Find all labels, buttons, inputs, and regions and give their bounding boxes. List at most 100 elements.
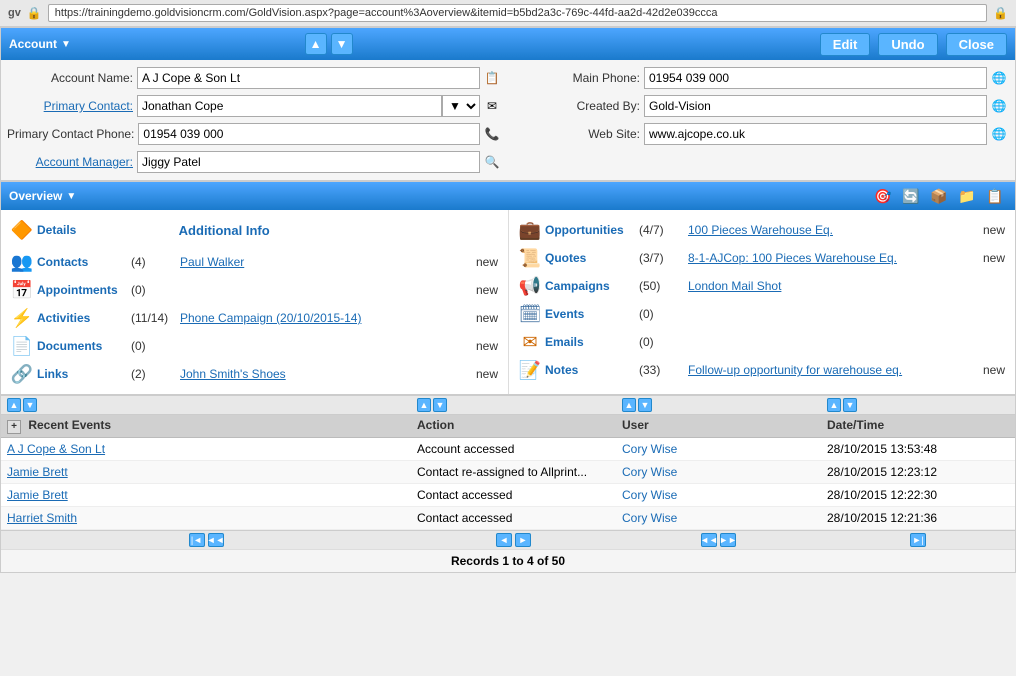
sort-user-desc[interactable]: ▼ bbox=[638, 398, 652, 412]
account-name-label: Account Name: bbox=[7, 71, 137, 85]
overview-title-text: Overview bbox=[9, 189, 62, 203]
th-action: Action bbox=[411, 418, 616, 434]
edit-button[interactable]: Edit bbox=[820, 33, 871, 56]
table-row: Harriet Smith Contact accessed Cory Wise… bbox=[1, 507, 1015, 530]
primary-contact-input[interactable] bbox=[137, 95, 442, 117]
overview-dropdown-icon[interactable]: ▼ bbox=[66, 191, 76, 202]
appointments-label[interactable]: Appointments bbox=[37, 283, 127, 297]
account-dropdown-icon[interactable]: ▼ bbox=[61, 39, 71, 50]
sort-event-desc[interactable]: ▼ bbox=[23, 398, 37, 412]
td-user[interactable]: Cory Wise bbox=[616, 511, 821, 525]
main-phone-label: Main Phone: bbox=[514, 71, 644, 85]
primary-contact-dropdown[interactable]: ▼ bbox=[442, 95, 480, 117]
td-datetime: 28/10/2015 12:22:30 bbox=[821, 488, 1015, 502]
event-link[interactable]: Harriet Smith bbox=[7, 511, 77, 525]
account-header: Account ▼ ▲ ▼ Edit Undo Close bbox=[1, 28, 1015, 60]
nav-up-button[interactable]: ▲ bbox=[305, 33, 327, 55]
td-user[interactable]: Cory Wise bbox=[616, 465, 821, 479]
contacts-new: new bbox=[476, 255, 498, 269]
main-phone-icon[interactable]: 🌐 bbox=[989, 68, 1009, 88]
created-by-icon[interactable]: 🌐 bbox=[989, 96, 1009, 116]
quotes-new: new bbox=[983, 251, 1005, 265]
account-manager-label[interactable]: Account Manager: bbox=[7, 155, 137, 169]
overview-icon-3[interactable]: 📦 bbox=[927, 184, 951, 208]
notes-link[interactable]: Follow-up opportunity for warehouse eq. bbox=[688, 363, 979, 377]
campaigns-count: (50) bbox=[639, 279, 684, 293]
sort-action-desc[interactable]: ▼ bbox=[433, 398, 447, 412]
nav-down-button[interactable]: ▼ bbox=[331, 33, 353, 55]
sort-date-asc[interactable]: ▲ bbox=[827, 398, 841, 412]
overview-icon-5[interactable]: 📋 bbox=[983, 184, 1007, 208]
web-site-icon[interactable]: 🌐 bbox=[989, 124, 1009, 144]
appointments-icon: 📅 bbox=[11, 279, 33, 301]
sort-date-desc[interactable]: ▼ bbox=[843, 398, 857, 412]
expand-button[interactable]: + bbox=[7, 420, 21, 434]
event-link[interactable]: A J Cope & Son Lt bbox=[7, 442, 105, 456]
sort-event-asc[interactable]: ▲ bbox=[7, 398, 21, 412]
emails-label[interactable]: Emails bbox=[545, 335, 635, 349]
overview-icon-2[interactable]: 🔄 bbox=[899, 184, 923, 208]
sort-user-asc[interactable]: ▲ bbox=[622, 398, 636, 412]
account-name-icon[interactable]: 📋 bbox=[482, 68, 502, 88]
links-icon: 🔗 bbox=[11, 363, 33, 385]
quotes-link[interactable]: 8-1-AJCop: 100 Pieces Warehouse Eq. bbox=[688, 251, 979, 265]
created-by-label: Created By: bbox=[514, 99, 644, 113]
event-link[interactable]: Jamie Brett bbox=[7, 488, 68, 502]
undo-button[interactable]: Undo bbox=[878, 33, 937, 56]
account-name-input[interactable] bbox=[137, 67, 480, 89]
notes-label[interactable]: Notes bbox=[545, 363, 635, 377]
account-manager-input[interactable] bbox=[137, 151, 480, 173]
page-prev2[interactable]: ◄◄ bbox=[208, 533, 224, 547]
contacts-link[interactable]: Paul Walker bbox=[180, 255, 472, 269]
emails-row: ✉ Emails (0) bbox=[519, 328, 1005, 356]
quotes-label[interactable]: Quotes bbox=[545, 251, 635, 265]
page-next-action[interactable]: ► bbox=[515, 533, 531, 547]
contacts-count: (4) bbox=[131, 255, 176, 269]
page-next-user[interactable]: ►► bbox=[720, 533, 736, 547]
search-icon[interactable]: 🔍 bbox=[482, 152, 502, 172]
events-label[interactable]: Events bbox=[545, 307, 635, 321]
activities-link[interactable]: Phone Campaign (20/10/2015-14) bbox=[180, 311, 472, 325]
activities-icon: ⚡ bbox=[11, 307, 33, 329]
page-prev-action[interactable]: ◄ bbox=[496, 533, 512, 547]
overview-left: 🔶 Details Additional Info 👥 Contacts (4)… bbox=[1, 210, 508, 394]
form-left: Account Name: 📋 Primary Contact: ▼ ✉ Pri… bbox=[1, 64, 508, 176]
details-icon: 🔶 bbox=[11, 219, 33, 241]
close-button[interactable]: Close bbox=[946, 33, 1007, 56]
overview-icon-1[interactable]: 🎯 bbox=[871, 184, 895, 208]
details-label[interactable]: Details bbox=[37, 223, 127, 237]
phone-icon[interactable]: 📞 bbox=[482, 124, 502, 144]
account-name-row: Account Name: 📋 bbox=[1, 64, 508, 92]
web-site-row: Web Site: 🌐 bbox=[508, 120, 1015, 148]
primary-contact-phone-input[interactable] bbox=[138, 123, 480, 145]
td-user[interactable]: Cory Wise bbox=[616, 442, 821, 456]
overview-icon-4[interactable]: 📁 bbox=[955, 184, 979, 208]
contacts-label[interactable]: Contacts bbox=[37, 255, 127, 269]
primary-contact-email-icon[interactable]: ✉ bbox=[482, 96, 502, 116]
event-link[interactable]: Jamie Brett bbox=[7, 465, 68, 479]
td-user[interactable]: Cory Wise bbox=[616, 488, 821, 502]
td-datetime: 28/10/2015 13:53:48 bbox=[821, 442, 1015, 456]
activities-label[interactable]: Activities bbox=[37, 311, 127, 325]
overview-content: 🔶 Details Additional Info 👥 Contacts (4)… bbox=[1, 210, 1015, 395]
links-label[interactable]: Links bbox=[37, 367, 127, 381]
created-by-input[interactable] bbox=[644, 95, 987, 117]
campaigns-link[interactable]: London Mail Shot bbox=[688, 279, 1005, 293]
sort-action-asc[interactable]: ▲ bbox=[417, 398, 431, 412]
primary-contact-label[interactable]: Primary Contact: bbox=[7, 99, 137, 113]
documents-label[interactable]: Documents bbox=[37, 339, 127, 353]
url-bar[interactable]: https://trainingdemo.goldvisioncrm.com/G… bbox=[48, 4, 987, 22]
page-last[interactable]: ►| bbox=[910, 533, 926, 547]
page-first[interactable]: |◄ bbox=[189, 533, 205, 547]
events-icon: 🗓 bbox=[519, 303, 541, 325]
campaigns-label[interactable]: Campaigns bbox=[545, 279, 635, 293]
opportunities-label[interactable]: Opportunities bbox=[545, 223, 635, 237]
opportunities-link[interactable]: 100 Pieces Warehouse Eq. bbox=[688, 223, 979, 237]
web-site-input[interactable] bbox=[644, 123, 987, 145]
activities-row: ⚡ Activities (11/14) Phone Campaign (20/… bbox=[11, 304, 498, 332]
created-by-row: Created By: 🌐 bbox=[508, 92, 1015, 120]
links-link[interactable]: John Smith's Shoes bbox=[180, 367, 472, 381]
table-row: Jamie Brett Contact re-assigned to Allpr… bbox=[1, 461, 1015, 484]
main-phone-input[interactable] bbox=[644, 67, 987, 89]
page-prev-user[interactable]: ◄◄ bbox=[701, 533, 717, 547]
